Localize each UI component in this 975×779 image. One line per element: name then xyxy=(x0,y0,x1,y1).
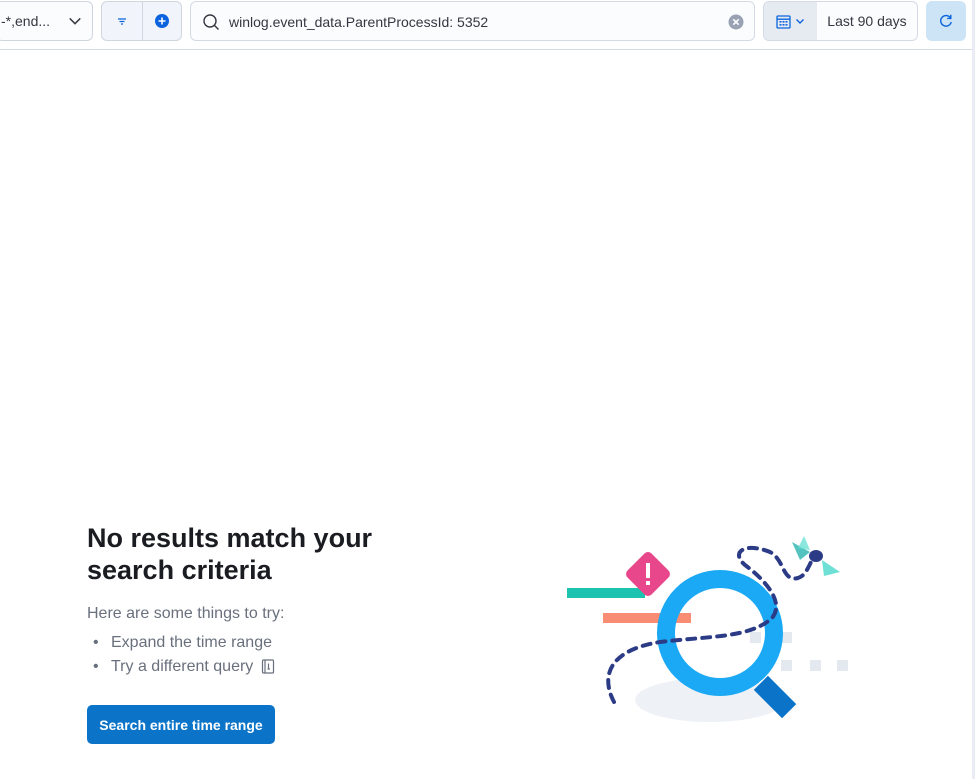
time-range-label: Last 90 days xyxy=(827,13,907,29)
plus-circle-icon xyxy=(154,14,169,28)
query-search-field xyxy=(190,1,755,41)
clear-icon[interactable] xyxy=(728,14,744,30)
quick-select-button[interactable] xyxy=(764,2,817,40)
search-icon xyxy=(203,14,219,30)
time-range-display[interactable]: Last 90 days xyxy=(817,2,917,40)
documentation-icon[interactable] xyxy=(261,659,275,675)
index-pattern-label: -*,end... xyxy=(1,13,51,29)
tip-text: Expand the time range xyxy=(111,634,272,651)
list-item: • Expand the time range xyxy=(93,631,275,655)
no-results-illustration xyxy=(567,536,848,722)
search-input[interactable] xyxy=(229,10,709,34)
filter-icon xyxy=(117,18,126,25)
query-bar: -*,end... winlog.event_data.ParentProces… xyxy=(0,0,975,50)
search-entire-time-range-button[interactable]: Search entire time range xyxy=(87,705,275,744)
chevron-down-icon xyxy=(796,19,804,24)
tip-text: Try a different query xyxy=(111,658,254,675)
empty-state-title: No results match your search criteria xyxy=(87,523,373,585)
empty-state-subtitle: Here are some things to try: xyxy=(87,605,285,622)
date-picker: Last 90 days xyxy=(763,1,918,41)
bullet: • xyxy=(93,634,99,651)
chevron-down-icon xyxy=(69,17,81,25)
calendar-icon xyxy=(776,14,791,29)
filter-controls xyxy=(101,1,182,41)
filter-menu-button[interactable] xyxy=(102,2,142,40)
index-pattern-select[interactable]: -*,end... xyxy=(0,1,93,41)
add-filter-button[interactable] xyxy=(141,2,182,40)
refresh-icon xyxy=(940,14,952,27)
bullet: • xyxy=(93,658,99,675)
suggestions-list: • Expand the time range • Try a differen… xyxy=(93,631,275,679)
list-item: • Try a different query xyxy=(93,655,275,679)
refresh-button[interactable] xyxy=(926,1,966,41)
